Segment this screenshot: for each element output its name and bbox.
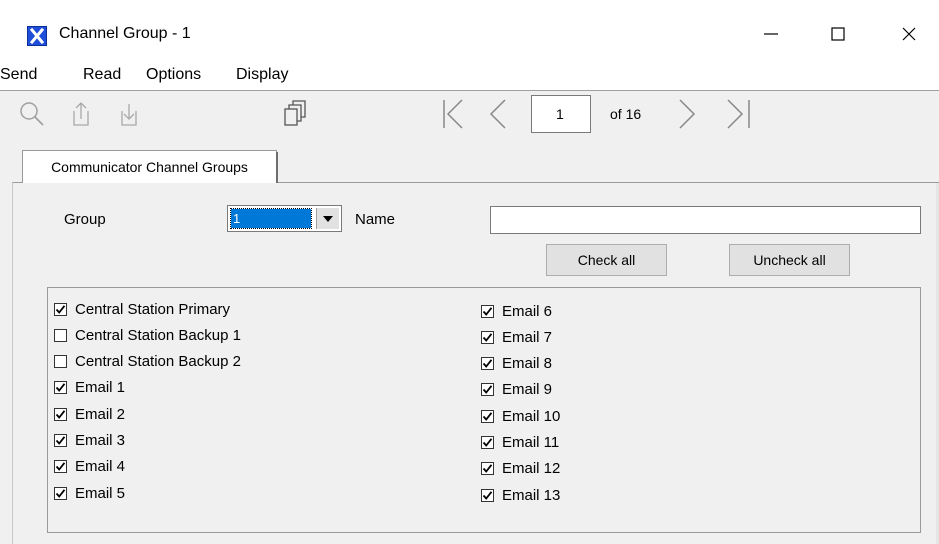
channel-label: Email 8 xyxy=(502,355,553,373)
channel-checkbox-row[interactable]: Central Station Primary xyxy=(54,299,230,319)
search-icon[interactable] xyxy=(17,98,47,130)
channel-checkbox-row[interactable]: Email 4 xyxy=(54,457,125,477)
next-page-icon[interactable] xyxy=(672,98,702,130)
close-icon[interactable] xyxy=(886,14,932,54)
checkbox-checked[interactable] xyxy=(54,407,67,421)
prev-page-icon[interactable] xyxy=(485,98,515,130)
channel-checkbox-row[interactable]: Email 7 xyxy=(481,327,552,347)
checkbox-checked[interactable] xyxy=(481,409,494,423)
checkbox-checked[interactable] xyxy=(54,434,67,447)
channel-checkbox-row[interactable]: Email 3 xyxy=(54,431,125,451)
channel-label: Email 6 xyxy=(502,302,553,320)
name-input[interactable] xyxy=(490,206,921,234)
channel-label: Email 3 xyxy=(75,432,126,449)
channel-label: Email 12 xyxy=(502,460,561,478)
upload-icon[interactable] xyxy=(66,98,96,130)
channel-checkbox-row[interactable]: Email 13 xyxy=(481,485,560,505)
channel-checkbox-row[interactable]: Email 11 xyxy=(481,433,559,453)
maximize-icon[interactable] xyxy=(815,14,861,54)
checkbox-checked[interactable] xyxy=(54,486,67,500)
channel-label: Email 4 xyxy=(75,458,126,476)
channel-label: Email 5 xyxy=(75,484,126,502)
channel-checkbox-row[interactable]: Email 12 xyxy=(481,459,560,479)
window-title: Channel Group - 1 xyxy=(59,25,191,42)
channel-checkbox-row[interactable]: Central Station Backup 2 xyxy=(54,352,241,372)
menu-display[interactable]: Display xyxy=(236,66,288,84)
channel-label: Email 13 xyxy=(502,486,561,504)
checkbox-checked[interactable] xyxy=(54,381,67,395)
channel-label: Email 7 xyxy=(502,328,553,346)
checkbox-checked[interactable] xyxy=(481,330,494,344)
page-count-label: of 16 xyxy=(610,106,642,122)
channel-label: Email 10 xyxy=(502,407,561,425)
checkbox-checked[interactable] xyxy=(481,357,494,371)
uncheck-all-button[interactable]: Uncheck all xyxy=(729,244,850,276)
page-number-input[interactable]: 1 xyxy=(531,95,591,133)
minimize-icon[interactable] xyxy=(748,14,794,54)
channel-label: Email 11 xyxy=(502,434,560,451)
last-page-icon[interactable] xyxy=(722,98,752,130)
group-label: Group xyxy=(64,211,106,228)
channel-label: Email 1 xyxy=(75,379,126,397)
group-select-value[interactable]: 1 xyxy=(230,208,312,229)
checkbox-checked[interactable] xyxy=(481,383,494,397)
checkbox-checked[interactable] xyxy=(54,460,67,474)
check-all-button[interactable]: Check all xyxy=(546,244,667,276)
channel-checkbox-row[interactable]: Email 8 xyxy=(481,354,552,374)
menu-send[interactable]: Send xyxy=(0,66,37,84)
channel-checkbox-row[interactable]: Email 9 xyxy=(481,380,552,400)
checkbox-checked[interactable] xyxy=(54,302,67,316)
checkbox-unchecked[interactable] xyxy=(54,328,67,342)
channel-label: Central Station Primary xyxy=(75,300,231,318)
x-app-icon[interactable] xyxy=(27,26,47,46)
channel-label: Central Station Backup 1 xyxy=(75,326,241,344)
channel-label: Email 9 xyxy=(502,381,553,399)
group-select[interactable]: 1 xyxy=(227,205,342,232)
channel-label: Email 2 xyxy=(75,405,126,423)
copy-icon[interactable] xyxy=(280,98,310,130)
checkbox-checked[interactable] xyxy=(481,304,494,318)
checkbox-checked[interactable] xyxy=(481,462,494,476)
menu-read[interactable]: Read xyxy=(83,66,121,84)
download-icon[interactable] xyxy=(114,98,144,130)
menu-bar xyxy=(0,60,939,90)
name-label: Name xyxy=(355,211,396,228)
channel-checkbox-row[interactable]: Email 2 xyxy=(54,404,125,424)
channel-checkbox-row[interactable]: Email 10 xyxy=(481,406,560,426)
channel-label: Central Station Backup 2 xyxy=(75,353,241,371)
menu-options[interactable]: Options xyxy=(146,66,201,84)
channel-checkbox-row[interactable]: Email 5 xyxy=(54,483,125,503)
tab-communicator-channel-groups[interactable]: Communicator Channel Groups xyxy=(22,150,277,183)
channel-checkbox-row[interactable]: Email 6 xyxy=(481,301,552,321)
chevron-down-icon[interactable] xyxy=(316,208,339,229)
channel-checkbox-row[interactable]: Email 1 xyxy=(54,378,125,398)
checkbox-checked[interactable] xyxy=(481,436,494,449)
tab-edge xyxy=(276,152,278,183)
first-page-icon[interactable] xyxy=(440,98,470,130)
channel-checkbox-row[interactable]: Central Station Backup 1 xyxy=(54,325,241,345)
checkbox-checked[interactable] xyxy=(481,488,494,502)
checkbox-unchecked[interactable] xyxy=(54,355,67,369)
